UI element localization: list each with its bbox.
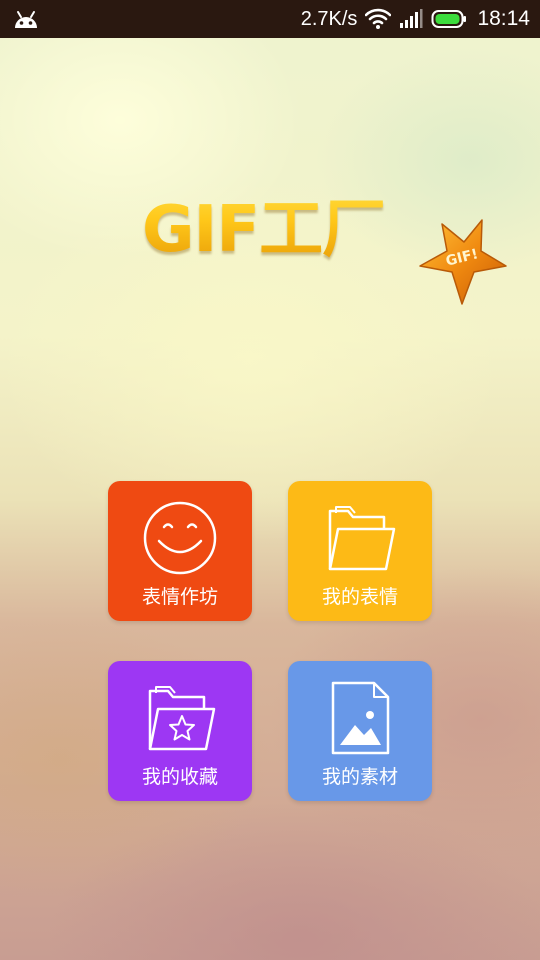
emoji-workshop-tile[interactable]: 表情作坊 bbox=[108, 481, 252, 621]
wifi-icon bbox=[365, 8, 392, 29]
folder-star-icon bbox=[148, 686, 216, 751]
smiley-icon bbox=[143, 501, 217, 575]
my-favorites-label: 我的收藏 bbox=[141, 766, 218, 788]
status-bar: 2.7K/s 18:14 bbox=[0, 0, 540, 38]
image-file-icon bbox=[331, 681, 390, 755]
android-icon bbox=[15, 11, 37, 28]
emoji-workshop-label: 表情作坊 bbox=[141, 586, 218, 608]
my-materials-tile[interactable]: 我的素材 bbox=[288, 661, 432, 801]
my-favorites-tile[interactable]: 我的收藏 bbox=[108, 661, 252, 801]
my-emoji-label: 我的表情 bbox=[321, 586, 398, 608]
clock: 18:14 bbox=[477, 7, 530, 30]
my-materials-label: 我的素材 bbox=[321, 766, 398, 788]
folder-icon bbox=[328, 506, 396, 571]
signal-icon bbox=[400, 9, 423, 28]
battery-icon bbox=[431, 10, 467, 28]
gif-star-badge: GIF! bbox=[412, 214, 510, 312]
my-emoji-tile[interactable]: 我的表情 bbox=[288, 481, 432, 621]
status-bar-left bbox=[12, 8, 301, 30]
app-logo-title: GIF工厂 bbox=[142, 178, 386, 270]
network-speed: 2.7K/s bbox=[300, 7, 358, 30]
status-bar-right: 2.7K/s 18:14 bbox=[301, 7, 530, 31]
